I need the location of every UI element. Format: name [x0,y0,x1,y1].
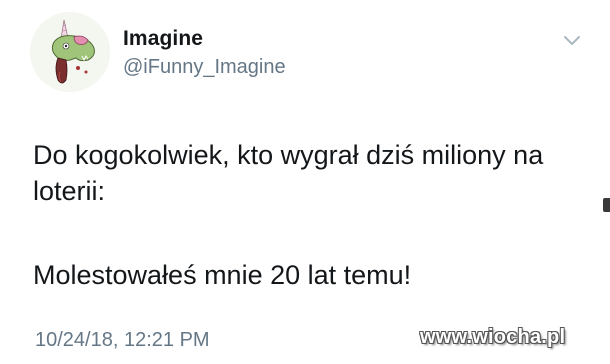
tweet-text-paragraph: Molestowałeś mnie 20 lat temu! [33,260,412,290]
unicorn-zombie-avatar-icon [51,19,95,84]
avatar[interactable] [30,12,110,92]
tweet-text: Do kogokolwiek, kto wygrał dziś miliony … [33,137,593,293]
tweet-timestamp[interactable]: 10/24/18, 12:21 PM [35,329,210,352]
watermark: www.wiocha.pl [420,326,566,348]
author-display-name[interactable]: Imagine [123,27,203,51]
scroll-edge-marker [603,198,610,212]
chevron-down-icon[interactable] [561,33,583,49]
author-handle[interactable]: @iFunny_Imagine [123,56,286,79]
tweet-text-paragraph: Do kogokolwiek, kto wygrał dziś miliony … [33,140,544,206]
tweet-card: Imagine @iFunny_Imagine Do kogokolwiek, … [0,0,610,364]
